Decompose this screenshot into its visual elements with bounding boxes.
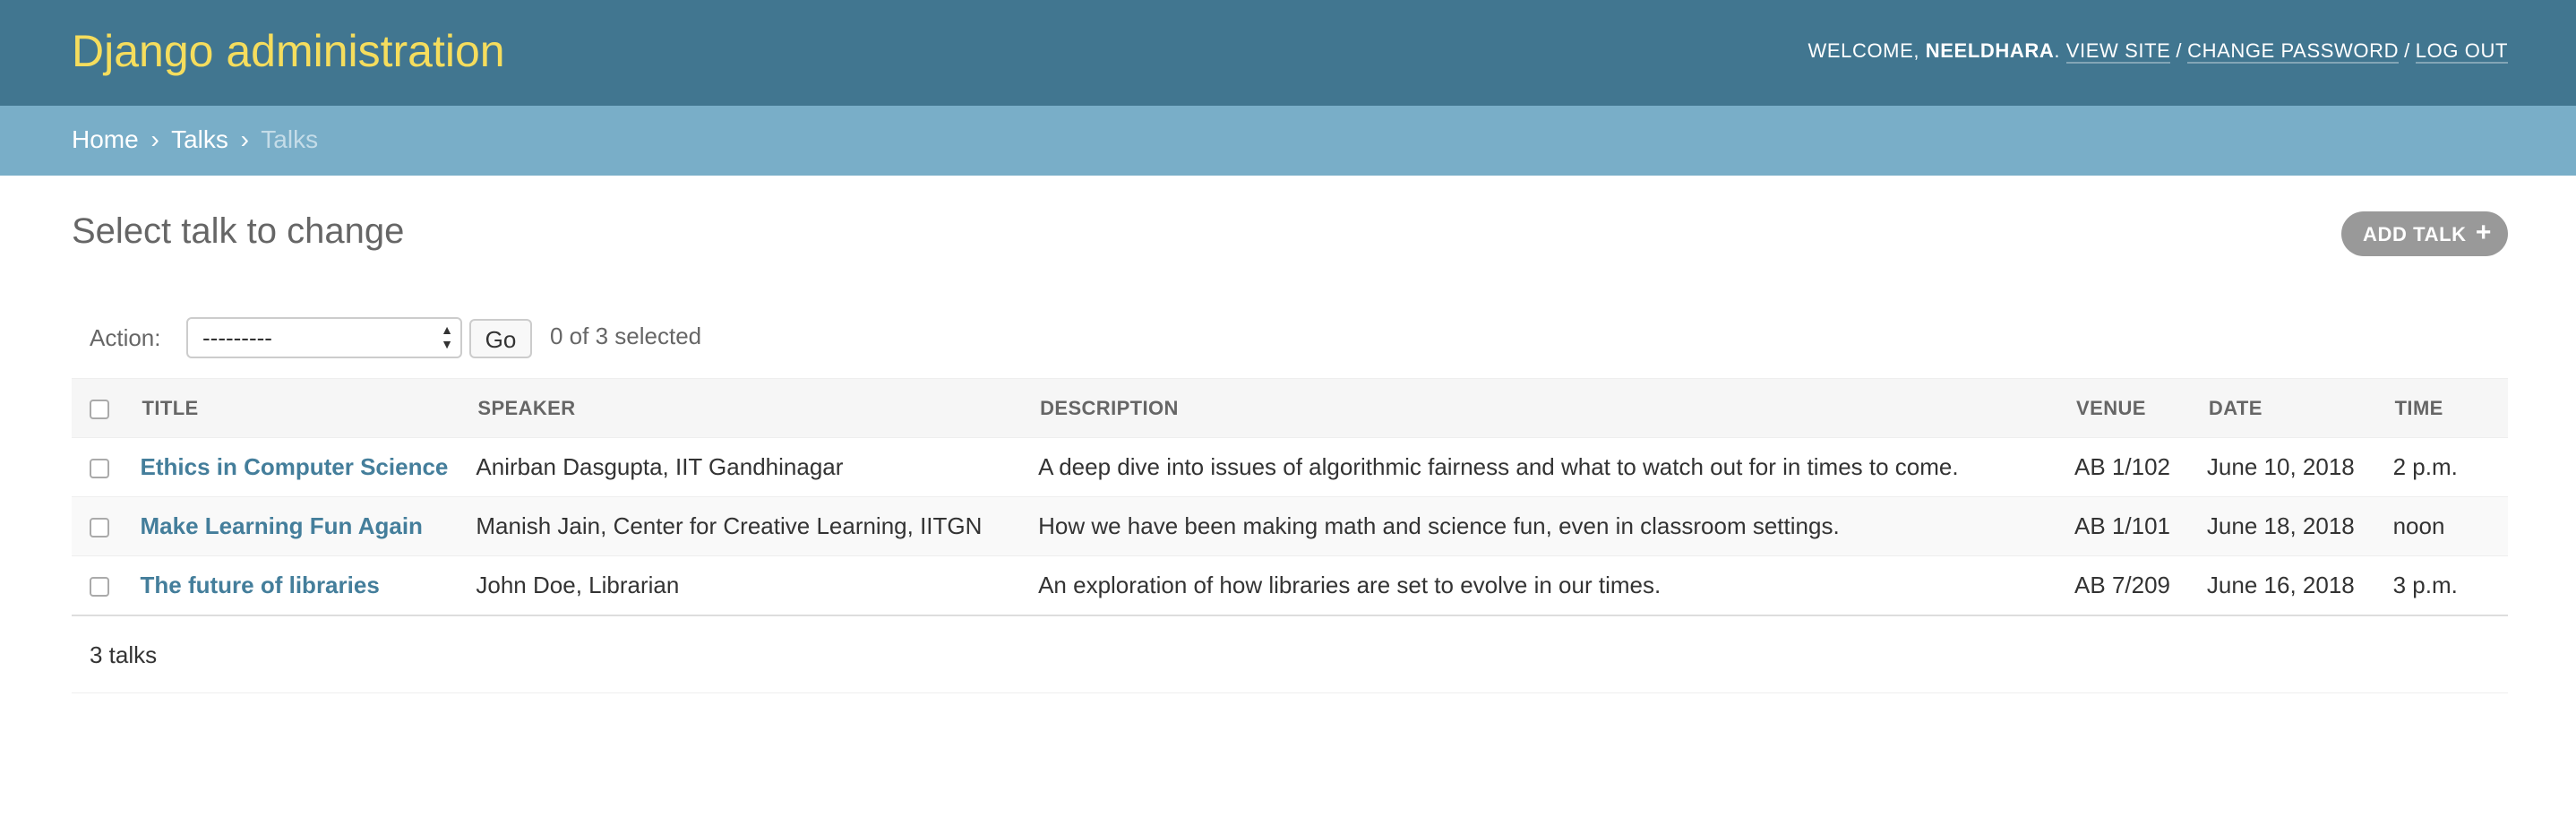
row-checkbox[interactable] — [90, 518, 109, 538]
row-checkbox[interactable] — [90, 459, 109, 479]
breadcrumb-separator: › — [150, 125, 159, 153]
table-row: Ethics in Computer Science Anirban Dasgu… — [72, 437, 2508, 497]
header: Django administration Welcome, Neeldhara… — [0, 0, 2576, 106]
user-tools: Welcome, Neeldhara. View site / Change pas… — [1807, 39, 2508, 64]
selected-count: 0 of 3 selected — [550, 322, 702, 349]
page-title: Select talk to change — [72, 211, 405, 251]
actions-bar: Action: --------- ▲ ▼ Go 0 of 3 selected — [72, 308, 2508, 371]
column-header-time[interactable]: Time — [2392, 378, 2508, 438]
results-table: Title Speaker Description Venue Date Tim… — [72, 378, 2508, 616]
date-cell: June 10, 2018 — [2206, 437, 2393, 497]
column-header-venue[interactable]: Venue — [2074, 378, 2207, 438]
table-header-row: Title Speaker Description Venue Date Tim… — [72, 378, 2508, 438]
result-count: 3 talks — [90, 641, 158, 668]
description-cell: A deep dive into issues of algorithmic f… — [1038, 437, 2075, 497]
action-label: Action: — [90, 324, 161, 351]
time-cell: 3 p.m. — [2392, 555, 2508, 616]
speaker-cell: John Doe, Librarian — [476, 555, 1039, 616]
header-select-all — [72, 378, 141, 438]
welcome-text: Welcome, — [1807, 39, 1920, 62]
add-talk-button[interactable]: Add talk + — [2341, 211, 2508, 256]
row-select-cell — [72, 496, 141, 556]
site-branding[interactable]: Django administration — [72, 25, 505, 77]
username: Neeldhara — [1925, 39, 2055, 62]
row-select-cell — [72, 555, 141, 616]
paginator: 3 talks — [72, 622, 2508, 693]
talk-title-link[interactable]: The future of libraries — [141, 572, 380, 598]
column-header-description[interactable]: Description — [1038, 378, 2075, 438]
talk-title-link[interactable]: Ethics in Computer Science — [141, 453, 449, 480]
column-header-date[interactable]: Date — [2206, 378, 2393, 438]
row-checkbox[interactable] — [90, 576, 109, 597]
log-out-link[interactable]: Log out — [2415, 39, 2508, 64]
title-cell: Make Learning Fun Again — [140, 496, 477, 556]
results-table-container: Title Speaker Description Venue Date Tim… — [72, 378, 2508, 616]
plus-icon: + — [2475, 218, 2492, 247]
view-site-link[interactable]: View site — [2065, 39, 2171, 64]
breadcrumb-home[interactable]: Home — [72, 125, 139, 153]
action-select[interactable]: --------- ▲ ▼ — [186, 317, 462, 358]
title-cell: Ethics in Computer Science — [140, 437, 477, 497]
venue-cell: AB 1/102 — [2074, 437, 2207, 497]
go-button[interactable]: Go — [469, 319, 532, 358]
time-cell: 2 p.m. — [2392, 437, 2508, 497]
time-cell: noon — [2392, 496, 2508, 556]
breadcrumb: Home › Talks › Talks — [0, 106, 2576, 176]
title-cell: The future of libraries — [140, 555, 477, 616]
column-header-speaker[interactable]: Speaker — [476, 378, 1039, 438]
column-header-title[interactable]: Title — [140, 378, 477, 438]
select-all-checkbox[interactable] — [90, 399, 109, 419]
row-select-cell — [72, 437, 141, 497]
add-talk-label: Add talk — [2363, 223, 2467, 245]
date-cell: June 16, 2018 — [2206, 555, 2393, 616]
change-password-link[interactable]: Change password — [2187, 39, 2400, 64]
breadcrumb-current: Talks — [261, 125, 319, 153]
date-cell: June 18, 2018 — [2206, 496, 2393, 556]
table-row: The future of libraries John Doe, Librar… — [72, 555, 2508, 616]
select-arrows-icon: ▲ ▼ — [441, 322, 453, 351]
action-select-value: --------- — [202, 324, 272, 351]
breadcrumb-separator: › — [240, 125, 249, 153]
venue-cell: AB 7/209 — [2074, 555, 2207, 616]
description-cell: An exploration of how libraries are set … — [1038, 555, 2075, 616]
speaker-cell: Anirban Dasgupta, IIT Gandhinagar — [476, 437, 1039, 497]
description-cell: How we have been making math and science… — [1038, 496, 2075, 556]
speaker-cell: Manish Jain, Center for Creative Learnin… — [476, 496, 1039, 556]
talk-title-link[interactable]: Make Learning Fun Again — [141, 512, 423, 539]
table-row: Make Learning Fun Again Manish Jain, Cen… — [72, 496, 2508, 556]
breadcrumb-app[interactable]: Talks — [171, 125, 228, 153]
venue-cell: AB 1/101 — [2074, 496, 2207, 556]
